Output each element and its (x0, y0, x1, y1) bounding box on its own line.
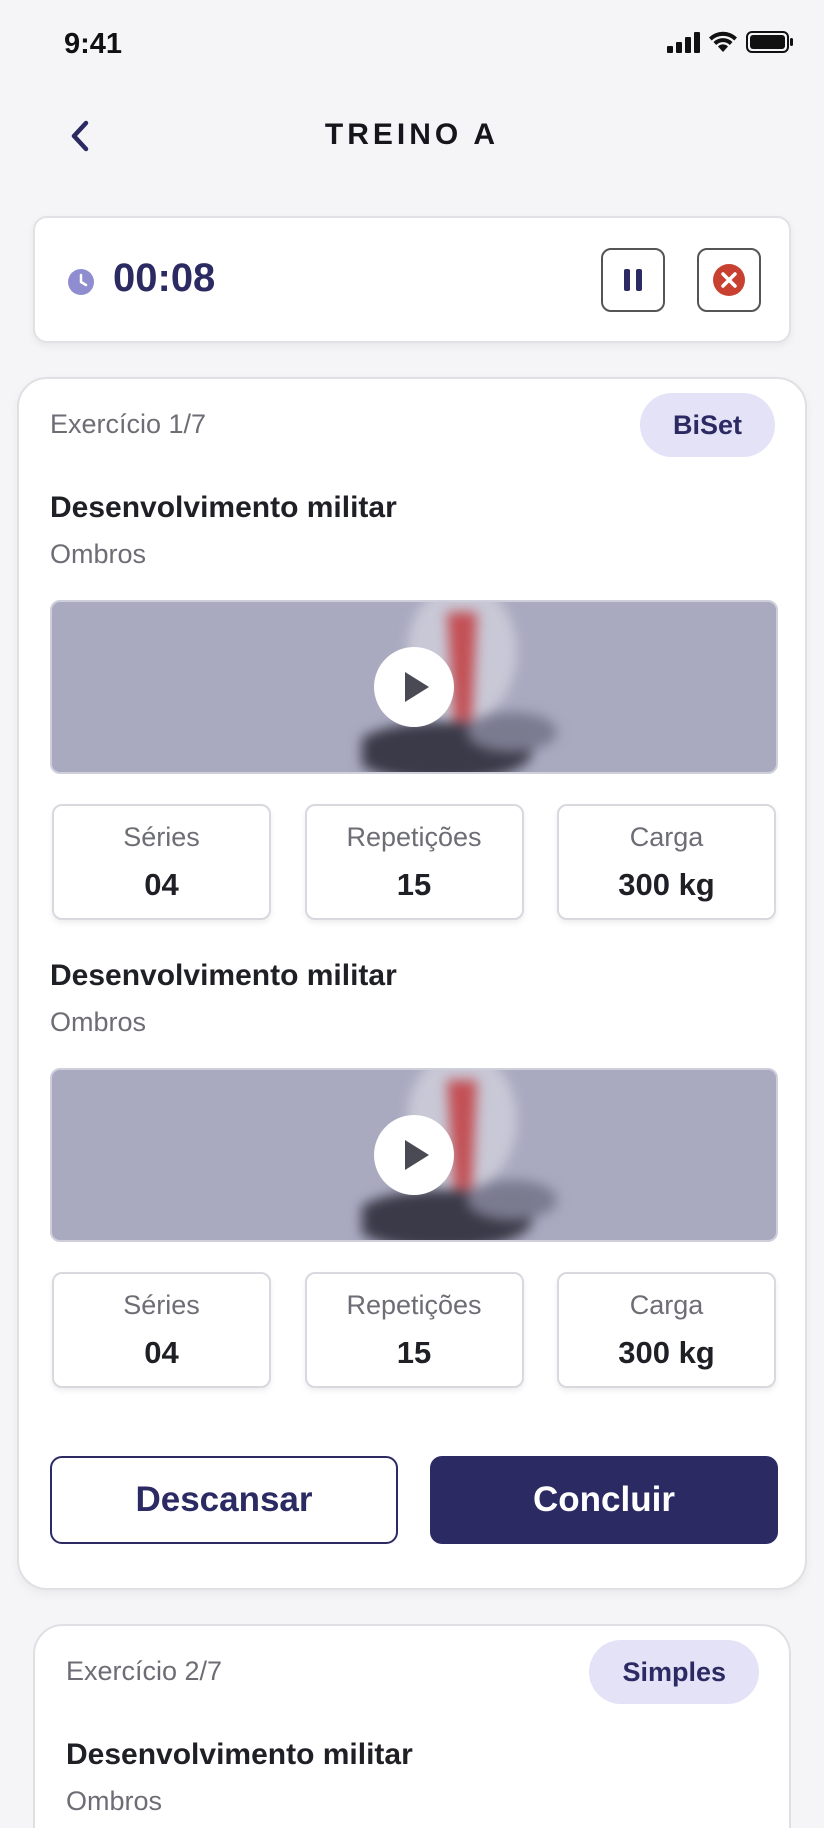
stat-value: 300 kg (618, 1335, 715, 1370)
stat-label: Séries (123, 1290, 200, 1320)
exercise-muscle-group: Ombros (66, 1786, 163, 1816)
clock-icon (68, 269, 94, 295)
exercise-stats: Séries 04 Repetições 15 Carga 300 kg (52, 1272, 776, 1388)
workout-screen: 9:41 TREINO A 00:08 Exercício 1/7 BiSet … (0, 0, 824, 1828)
stat-label: Repetições (346, 1290, 482, 1320)
exercise-index: Exercício 1/7 (50, 409, 207, 439)
stat-value: 04 (144, 1335, 179, 1370)
wifi-icon (708, 31, 738, 53)
stat-load: Carga 300 kg (557, 804, 776, 920)
exercise-type-badge: Simples (589, 1640, 759, 1704)
page-title: TREINO A (324, 118, 500, 151)
exercise-muscle-group: Ombros (50, 539, 147, 569)
status-time: 9:41 (64, 28, 123, 60)
stat-label: Repetições (346, 822, 482, 852)
exercise-name: Desenvolvimento militar (50, 959, 397, 992)
status-icons (667, 30, 794, 54)
complete-button[interactable]: Concluir (430, 1456, 778, 1544)
exercise-video-thumbnail[interactable] (50, 1068, 778, 1242)
stop-button[interactable] (697, 248, 761, 312)
stat-label: Carga (629, 822, 704, 852)
status-bar: 9:41 (0, 0, 824, 90)
exercise-item: Desenvolvimento militar Ombros (66, 1738, 794, 1817)
play-button[interactable] (374, 647, 454, 727)
stat-value: 15 (396, 867, 432, 902)
timer-card: 00:08 (33, 216, 791, 343)
stat-value: 04 (144, 867, 179, 902)
exercise-card: Exercício 2/7 Simples Desenvolvimento mi… (33, 1624, 791, 1828)
play-icon (405, 672, 429, 702)
close-circle-icon (713, 264, 745, 296)
exercise-muscle-group: Ombros (50, 1007, 147, 1037)
pause-icon (624, 269, 642, 291)
stat-value: 300 kg (618, 867, 715, 902)
stat-sets: Séries 04 (52, 1272, 271, 1388)
stat-label: Carga (629, 1290, 704, 1320)
battery-icon (746, 30, 794, 54)
timer-value: 00:08 (113, 256, 216, 300)
exercise-item: Desenvolvimento militar Ombros (50, 959, 778, 1038)
rest-button[interactable]: Descansar (50, 1456, 398, 1544)
stat-label: Séries (123, 822, 200, 852)
exercise-video-thumbnail[interactable] (50, 600, 778, 774)
stat-sets: Séries 04 (52, 804, 271, 920)
stat-reps: Repetições 15 (304, 804, 524, 920)
play-button[interactable] (374, 1115, 454, 1195)
pause-button[interactable] (601, 248, 665, 312)
stat-load: Carga 300 kg (557, 1272, 776, 1388)
exercise-index: Exercício 2/7 (66, 1656, 223, 1686)
cellular-signal-icon (667, 31, 700, 53)
exercise-type-badge: BiSet (639, 393, 775, 457)
exercise-stats: Séries 04 Repetições 15 Carga 300 kg (52, 804, 776, 920)
exercise-item: Desenvolvimento militar Ombros (50, 491, 778, 570)
stat-reps: Repetições 15 (304, 1272, 524, 1388)
header: TREINO A (0, 100, 824, 176)
exercise-name: Desenvolvimento militar (50, 491, 397, 524)
exercise-card: Exercício 1/7 BiSet Desenvolvimento mili… (17, 377, 807, 1590)
exercise-name: Desenvolvimento militar (66, 1738, 413, 1771)
play-icon (405, 1140, 429, 1170)
stat-value: 15 (396, 1335, 432, 1370)
